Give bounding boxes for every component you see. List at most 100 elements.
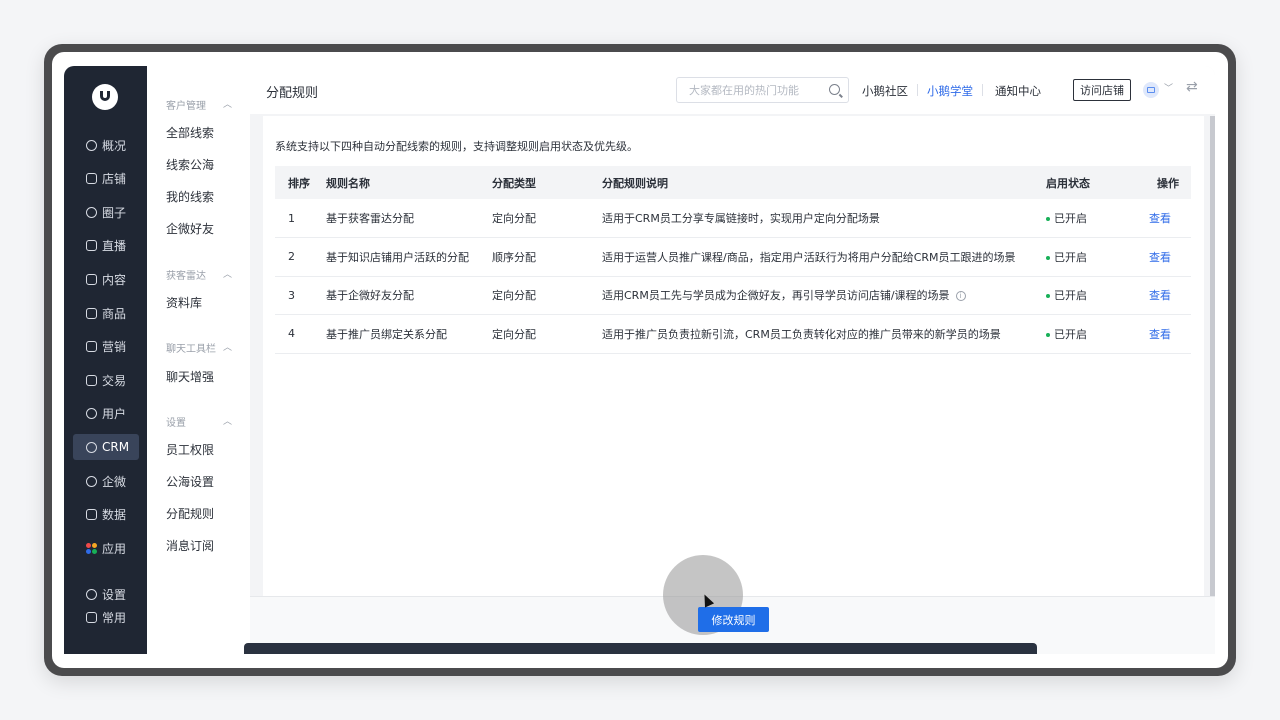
chevron-up-icon: ︿ [222,270,232,280]
table-row: 4 基于推广员绑定关系分配 定向分配 适用于推广员负责拉新引流，CRM员工负责转… [275,314,1191,354]
cell-rule-name: 基于获客雷达分配 [326,199,492,238]
cell-status: 已开启 [1046,199,1140,238]
store-avatar[interactable] [1143,82,1159,98]
cell-description: 适用于运营人员推广课程/商品，指定用户活跃行为将用户分配给CRM员工跟进的场景 [602,237,1046,277]
chevron-up-icon: ︿ [222,100,232,110]
col-description: 分配规则说明 [602,166,1046,199]
col-status: 启用状态 [1046,166,1140,199]
top-bar: 分配规则 大家都在用的热门功能 小鹅社区 小鹅学堂 通知中心 访问店铺 ﹀ ⇄ [250,66,1215,114]
nav-item-users[interactable]: 用户 [73,400,139,426]
nav-item-overview[interactable]: 概况 [73,132,139,158]
search-input[interactable]: 大家都在用的热门功能 [676,77,849,103]
link-academy[interactable]: 小鹅学堂 [927,83,973,99]
pie-chart-icon [86,139,97,151]
info-icon[interactable]: i [955,291,966,302]
apps-dot [86,542,91,548]
sub-item-pool-settings[interactable]: 公海设置 [166,473,214,490]
cell-description: 适用CRM员工先与学员成为企微好友，再引导学员访问店铺/课程的场景 i [602,276,1046,315]
sub-item-library[interactable]: 资料库 [166,294,202,311]
sub-item-my-leads[interactable]: 我的线索 [166,188,214,205]
cell-type: 定向分配 [492,199,602,238]
nav-item-apps[interactable]: 应用 [73,535,139,561]
nav-item-community[interactable]: 圈子 [73,199,139,225]
sub-group-customer-management[interactable]: 客户管理 ︿ [166,97,232,112]
cell-description: 适用于推广员负责拉新引流，CRM员工负责转化对应的推广员带来的新学员的场景 [602,314,1046,354]
crm-icon [86,441,97,453]
live-icon [86,239,97,251]
app-logo[interactable] [92,84,118,110]
scrollbar[interactable] [1210,116,1215,599]
cell-order: 4 [275,314,326,354]
nav-item-live[interactable]: 直播 [73,232,139,258]
table-row: 2 基于知识店铺用户活跃的分配 顺序分配 适用于运营人员推广课程/商品，指定用户… [275,237,1191,277]
modify-rules-button[interactable]: 修改规则 [698,607,769,632]
cell-rule-name: 基于企微好友分配 [326,276,492,315]
cell-rule-name: 基于推广员绑定关系分配 [326,314,492,354]
status-dot [1046,217,1050,221]
cell-order: 2 [275,237,326,277]
nav-item-frequent[interactable]: 常用 [73,604,139,630]
switch-icon[interactable]: ⇄ [1186,79,1198,95]
nav-item-marketing[interactable]: 营销 [73,333,139,359]
divider [917,84,918,96]
product-icon [86,307,97,319]
taskbar [244,643,1037,654]
cell-status: 已开启 [1046,314,1140,354]
link-community[interactable]: 小鹅社区 [862,83,908,99]
sub-item-distribution-rules[interactable]: 分配规则 [166,505,214,522]
table-row: 1 基于获客雷达分配 定向分配 适用于CRM员工分享专属链接时，实现用户定向分配… [275,199,1191,238]
shop-icon [1147,87,1155,93]
chevron-up-icon: ︿ [222,417,232,427]
view-link[interactable]: 查看 [1140,276,1191,315]
cell-type: 定向分配 [492,276,602,315]
menu-list-icon [86,611,97,623]
sub-group-chat-toolbar[interactable]: 聊天工具栏 ︿ [166,340,232,355]
nav-item-content[interactable]: 内容 [73,266,139,292]
nav-item-data[interactable]: 数据 [73,501,139,527]
content-icon [86,273,97,285]
sub-item-staff-permissions[interactable]: 员工权限 [166,441,214,458]
search-icon[interactable] [829,84,840,95]
apps-dot [92,542,97,548]
sub-item-message-subscription[interactable]: 消息订阅 [166,537,214,554]
cell-rule-name: 基于知识店铺用户活跃的分配 [326,237,492,277]
nav-item-store[interactable]: 店铺 [73,165,139,191]
app-window: 概况 店铺 圈子 直播 内容 商品 营销 交易 用户 CRM 企微 数据 应用 … [64,66,1215,654]
data-icon [86,508,97,520]
link-notification-center[interactable]: 通知中心 [995,83,1041,99]
view-link[interactable]: 查看 [1140,237,1191,277]
sub-item-lead-pool[interactable]: 线索公海 [166,156,214,173]
cell-status: 已开启 [1046,276,1140,315]
view-link[interactable]: 查看 [1140,314,1191,354]
settings-icon [86,588,97,600]
page-title: 分配规则 [266,86,319,101]
cell-order: 1 [275,199,326,238]
sub-item-wecom-friends[interactable]: 企微好友 [166,220,214,237]
view-link[interactable]: 查看 [1140,199,1191,238]
trade-icon [86,374,97,386]
wecom-icon [86,475,97,487]
sub-group-settings[interactable]: 设置 ︿ [166,414,232,429]
sub-group-acquisition-radar[interactable]: 获客雷达 ︿ [166,267,232,282]
visit-store-button[interactable]: 访问店铺 [1073,79,1131,101]
table-header-row: 排序 规则名称 分配类型 分配规则说明 启用状态 操作 [275,166,1191,199]
cell-type: 定向分配 [492,314,602,354]
sub-menu: 客户管理 ︿ 全部线索 线索公海 我的线索 企微好友 获客雷达 ︿ 资料库 聊天工具… [147,66,250,654]
table-row: 3 基于企微好友分配 定向分配 适用CRM员工先与学员成为企微好友，再引导学员访… [275,276,1191,315]
cell-type: 顺序分配 [492,237,602,277]
col-rule-name: 规则名称 [326,166,492,199]
chevron-down-icon[interactable]: ﹀ [1164,81,1173,94]
status-dot [1046,294,1050,299]
megaphone-icon [86,340,97,352]
sub-item-chat-enhance[interactable]: 聊天增强 [166,368,214,385]
nav-item-crm[interactable]: CRM [73,434,139,460]
cell-status: 已开启 [1046,237,1140,277]
sub-item-all-leads[interactable]: 全部线索 [166,124,214,141]
col-type: 分配类型 [492,166,602,199]
nav-item-trade[interactable]: 交易 [73,367,139,393]
nav-item-product[interactable]: 商品 [73,300,139,326]
apps-dot [92,548,97,554]
nav-item-wecom[interactable]: 企微 [73,468,139,494]
rules-description: 系统支持以下四种自动分配线索的规则，支持调整规则启用状态及优先级。 [275,140,638,153]
col-action: 操作 [1140,166,1191,199]
